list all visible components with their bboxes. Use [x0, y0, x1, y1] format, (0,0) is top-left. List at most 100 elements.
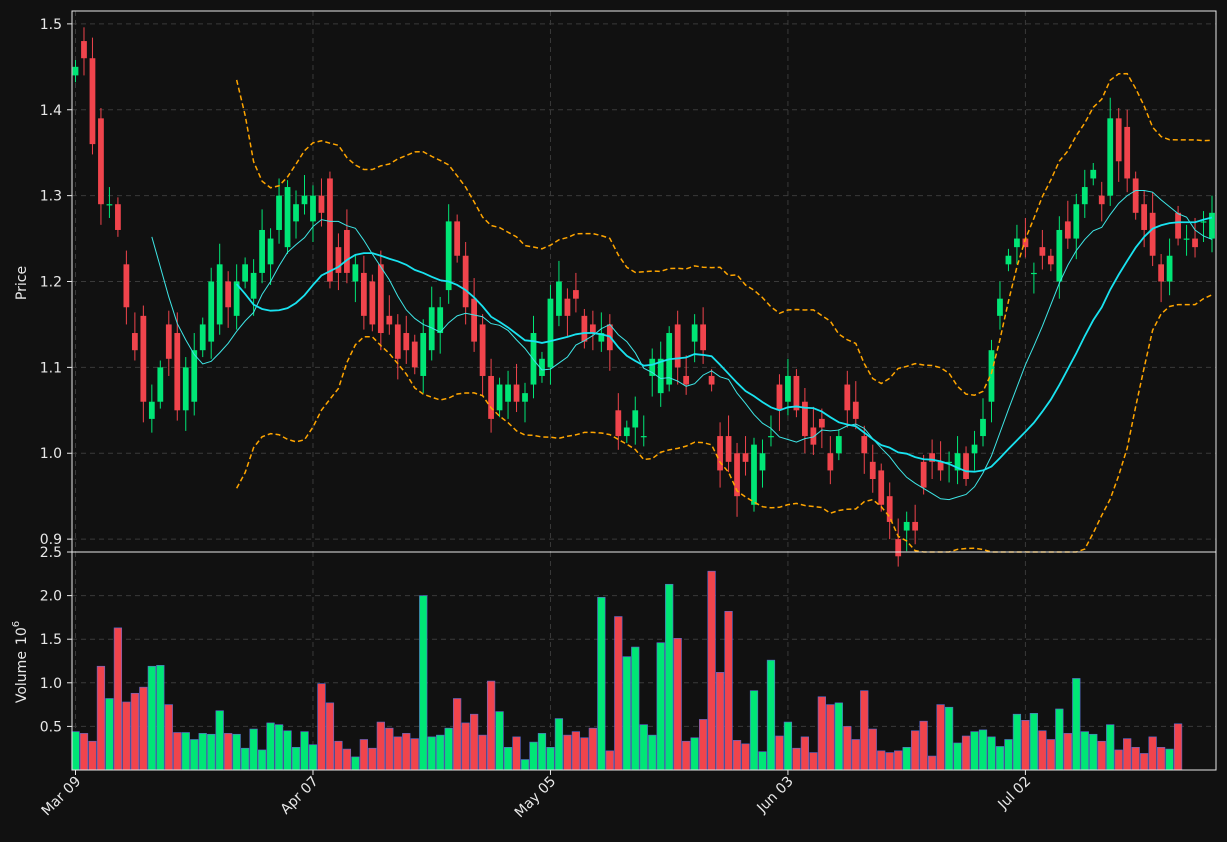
volume-bar	[1072, 678, 1081, 771]
candle-body	[411, 341, 418, 368]
volume-bar	[402, 733, 411, 771]
candle-body	[988, 350, 995, 402]
candle-body	[488, 375, 494, 419]
candle-body	[72, 66, 79, 76]
candle-body	[293, 204, 299, 222]
candle-body	[123, 264, 130, 308]
volume-bar	[147, 665, 156, 771]
volume-bar	[520, 759, 530, 771]
volume-y-tick-label: 2.5	[40, 545, 62, 561]
volume-bar	[843, 726, 852, 771]
candle-body	[479, 324, 486, 376]
volume-bar	[851, 739, 860, 771]
candle-body	[318, 195, 325, 213]
candle-body	[377, 264, 384, 334]
candle-body	[1166, 255, 1173, 282]
candle-body	[352, 264, 359, 282]
candle-body	[564, 298, 571, 316]
volume-bar	[461, 722, 470, 771]
candle-body	[556, 281, 562, 316]
candle-body	[861, 436, 868, 454]
candle-body	[776, 384, 783, 411]
chart-background	[0, 0, 1227, 842]
volume-bar	[953, 742, 962, 771]
candle-body	[810, 427, 817, 445]
volume-bar	[325, 702, 335, 771]
volume-y-tick-label: 0.5	[40, 719, 62, 735]
candle-body	[1200, 221, 1207, 223]
volume-bar	[927, 755, 937, 771]
volume-bar	[911, 730, 920, 771]
volume-label-base: 10	[14, 627, 30, 645]
volume-bar	[749, 690, 759, 771]
candle-body	[835, 436, 842, 454]
volume-bar	[732, 740, 742, 771]
stock-chart: 0.91.01.11.21.31.41.5 Price 0.51.01.52.0…	[0, 0, 1227, 842]
candle-body	[657, 358, 664, 394]
volume-bar	[207, 733, 216, 771]
candle-body	[496, 384, 503, 411]
candle-body	[886, 496, 893, 522]
candle-body	[81, 41, 87, 59]
volume-bar	[1046, 739, 1055, 771]
volume-bar	[317, 683, 326, 771]
volume-bar	[766, 659, 776, 771]
candle-body	[1047, 255, 1054, 265]
volume-bar	[783, 721, 793, 771]
candle-body	[259, 229, 265, 273]
candle-body	[344, 229, 350, 273]
candle-body	[1031, 272, 1037, 275]
volume-bar	[554, 718, 564, 771]
candle-body	[513, 384, 520, 402]
price-y-tick-label: 1.5	[40, 17, 62, 33]
volume-bar	[800, 736, 810, 771]
candle-body	[581, 315, 588, 342]
candle-body	[683, 375, 690, 385]
volume-bar	[1080, 731, 1089, 771]
volume-y-tick-label: 2.0	[40, 589, 62, 605]
volume-label-exponent: 6	[11, 621, 22, 627]
candle-body	[471, 298, 478, 342]
candle-body	[878, 470, 885, 505]
volume-y-axis-label: Volume 106	[11, 621, 30, 703]
candle-body	[1209, 212, 1215, 239]
candle-body	[182, 367, 189, 411]
volume-bar	[1012, 713, 1022, 771]
volume-bar	[181, 732, 190, 771]
candle-body	[852, 401, 859, 419]
candle-body	[1098, 195, 1105, 205]
volume-bar	[919, 720, 928, 771]
volume-bar	[563, 734, 572, 771]
candle-body	[394, 324, 401, 359]
volume-bar	[376, 721, 385, 771]
candle-body	[615, 410, 622, 437]
candle-body	[522, 393, 528, 402]
candle-body	[174, 333, 181, 411]
candle-body	[250, 272, 257, 299]
volume-bar	[190, 739, 199, 771]
candle-body	[674, 324, 681, 368]
candle-body	[454, 221, 461, 256]
volume-bar	[241, 747, 250, 771]
volume-bar	[877, 750, 886, 771]
volume-bar	[529, 741, 538, 771]
price-y-tick-label: 1.3	[40, 189, 62, 205]
volume-bar	[970, 731, 979, 771]
volume-bar	[105, 698, 114, 771]
volume-bar	[274, 724, 284, 771]
candle-body	[700, 324, 707, 351]
candle-body	[1149, 212, 1156, 256]
volume-bar	[470, 713, 479, 771]
candle-body	[708, 375, 715, 385]
volume-bar	[334, 740, 343, 771]
candle-body	[589, 324, 596, 334]
candle-body	[386, 315, 393, 325]
volume-bar	[648, 734, 657, 771]
volume-bar	[291, 747, 301, 771]
candle-body	[242, 264, 249, 282]
candle-body	[1158, 264, 1164, 282]
volume-bar	[427, 736, 436, 771]
price-y-tick-label: 1.0	[40, 446, 62, 462]
candle-body	[1090, 169, 1097, 179]
volume-bar	[724, 610, 733, 771]
